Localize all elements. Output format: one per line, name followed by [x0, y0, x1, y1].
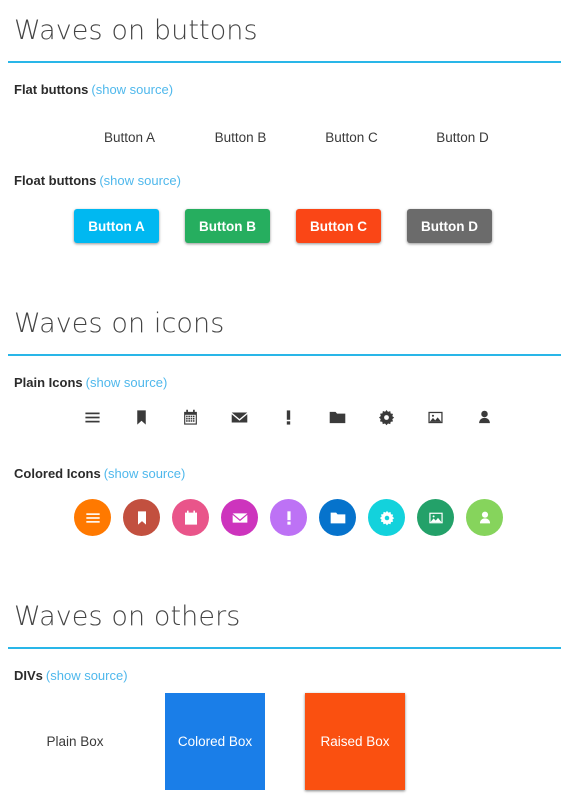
- page-title: Waves on buttons: [14, 15, 258, 46]
- circle-background: [319, 499, 356, 536]
- circle-background: [123, 499, 160, 536]
- section-title: Waves on icons: [14, 308, 225, 339]
- flat-button-d[interactable]: Button D: [407, 124, 518, 151]
- waves-demo-page: Waves on buttons Flat buttons (show sourc…: [0, 0, 570, 811]
- colored-icon-calendar[interactable]: [166, 499, 215, 536]
- exclamation-icon: [286, 410, 291, 425]
- colored-icon-envelope[interactable]: [215, 499, 264, 536]
- flat-buttons-row: Button A Button B Button C Button D: [74, 124, 554, 151]
- sub-label-text: DIVs: [14, 668, 43, 683]
- section-divider: [8, 354, 561, 356]
- calendar-icon: [184, 409, 197, 425]
- show-source-link-plain-icons[interactable]: (show source): [86, 375, 168, 390]
- flat-button-b[interactable]: Button B: [185, 124, 296, 151]
- circle-background: [368, 499, 405, 536]
- plain-icon-exclamation[interactable]: [264, 409, 313, 426]
- circle-background: [417, 499, 454, 536]
- section-waves-on-icons: Waves on icons: [0, 307, 570, 356]
- envelope-icon: [231, 412, 248, 423]
- section-waves-on-buttons: Waves on buttons: [0, 14, 570, 63]
- plain-box[interactable]: Plain Box: [25, 693, 125, 790]
- plain-icon-calendar[interactable]: [166, 409, 215, 426]
- circle-background: [172, 499, 209, 536]
- plain-icon-user[interactable]: [460, 409, 509, 426]
- section-divider: [8, 61, 561, 63]
- circle-background: [221, 499, 258, 536]
- plain-icon-bookmark[interactable]: [117, 409, 166, 426]
- colored-box[interactable]: Colored Box: [165, 693, 265, 790]
- circle-background: [270, 499, 307, 536]
- colored-icon-user[interactable]: [460, 499, 509, 536]
- section-divider: [8, 647, 561, 649]
- user-icon: [479, 410, 490, 424]
- sub-label-text: Plain Icons: [14, 375, 83, 390]
- user-icon: [479, 511, 490, 523]
- exclamation-icon: [286, 510, 291, 525]
- sub-label-plain-icons: Plain Icons (show source): [0, 375, 167, 390]
- float-button-a[interactable]: Button A: [74, 209, 159, 243]
- image-icon: [428, 512, 443, 523]
- show-source-link-colored-icons[interactable]: (show source): [104, 466, 186, 481]
- image-icon: [428, 411, 443, 424]
- section-waves-on-others: Waves on others: [0, 600, 570, 649]
- circle-background: [74, 499, 111, 536]
- plain-icon-envelope[interactable]: [215, 409, 264, 426]
- colored-icon-bars[interactable]: [68, 499, 117, 536]
- colored-icon-exclamation[interactable]: [264, 499, 313, 536]
- show-source-link-flat-buttons[interactable]: (show source): [91, 82, 173, 97]
- plain-icon-gear[interactable]: [362, 409, 411, 426]
- colored-icon-gear[interactable]: [362, 499, 411, 536]
- float-buttons-row: Button A Button B Button C Button D: [74, 209, 554, 243]
- bars-icon: [85, 512, 100, 523]
- float-button-c[interactable]: Button C: [296, 209, 381, 243]
- plain-icon-bars[interactable]: [68, 409, 117, 426]
- raised-box[interactable]: Raised Box: [305, 693, 405, 790]
- plain-icons-row: [68, 409, 558, 426]
- flat-button-c[interactable]: Button C: [296, 124, 407, 151]
- folder-icon: [330, 512, 345, 523]
- colored-icons-row: [68, 499, 558, 536]
- sub-label-text: Colored Icons: [14, 466, 101, 481]
- colored-icon-folder[interactable]: [313, 499, 362, 536]
- sub-label-colored-icons: Colored Icons (show source): [0, 466, 185, 481]
- sub-label-flat-buttons: Flat buttons (show source): [0, 82, 173, 97]
- colored-icon-bookmark[interactable]: [117, 499, 166, 536]
- show-source-link-float-buttons[interactable]: (show source): [99, 173, 181, 188]
- gear-icon: [379, 510, 394, 525]
- envelope-icon: [232, 512, 247, 523]
- plain-icon-image[interactable]: [411, 409, 460, 426]
- plain-icon-folder[interactable]: [313, 409, 362, 426]
- folder-icon: [329, 411, 346, 424]
- sub-label-float-buttons: Float buttons (show source): [0, 173, 181, 188]
- divs-row: Plain Box Colored Box Raised Box: [0, 693, 570, 803]
- circle-background: [466, 499, 503, 536]
- flat-button-a[interactable]: Button A: [74, 124, 185, 151]
- sub-label-text: Flat buttons: [14, 82, 89, 97]
- calendar-icon: [184, 510, 197, 525]
- colored-icon-image[interactable]: [411, 499, 460, 536]
- float-button-d[interactable]: Button D: [407, 209, 492, 243]
- show-source-link-divs[interactable]: (show source): [46, 668, 128, 683]
- bars-icon: [85, 412, 100, 423]
- sub-label-text: Float buttons: [14, 173, 97, 188]
- sub-label-divs: DIVs (show source): [0, 668, 128, 683]
- bookmark-icon: [137, 510, 146, 525]
- gear-icon: [378, 409, 395, 426]
- float-button-b[interactable]: Button B: [185, 209, 270, 243]
- bookmark-icon: [137, 410, 146, 425]
- section-title: Waves on others: [14, 601, 241, 632]
